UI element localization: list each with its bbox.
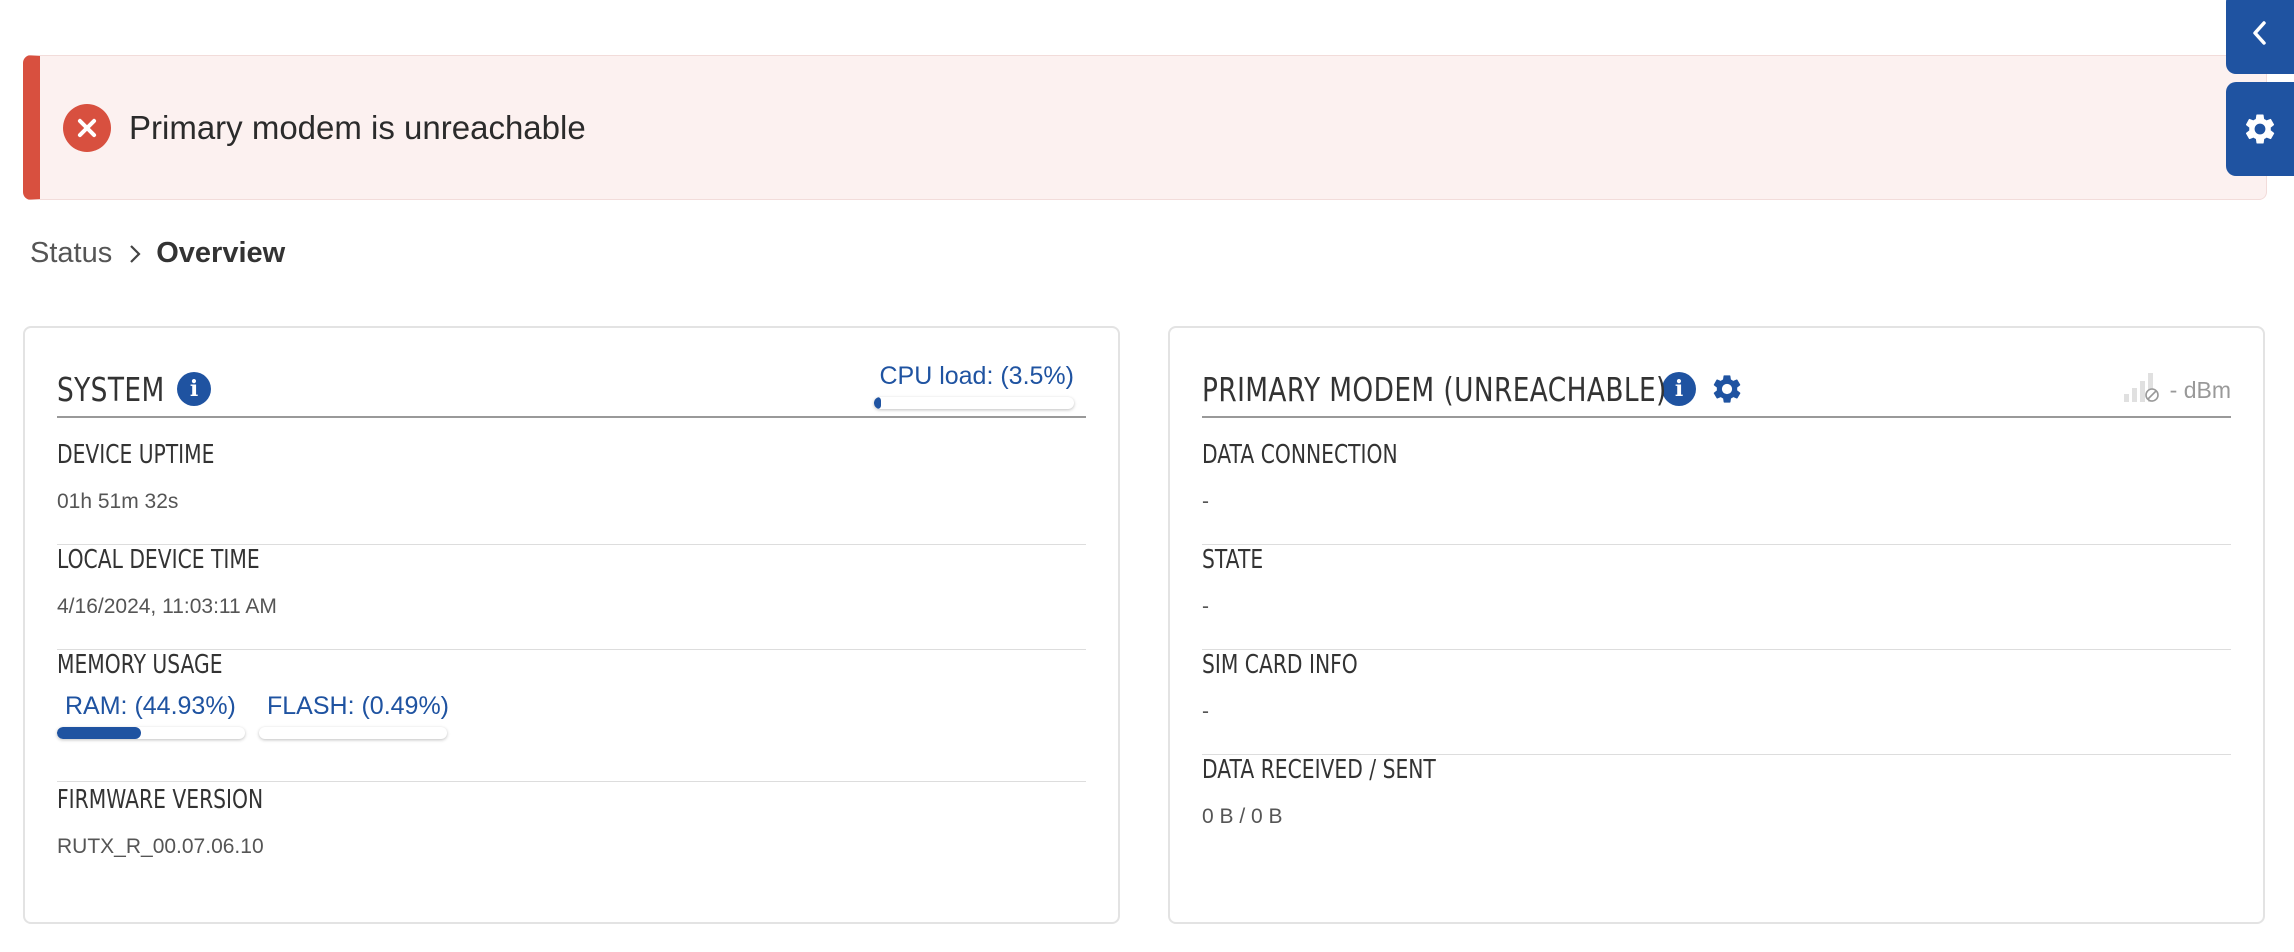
device-uptime-row: DEVICE UPTIME 01h 51m 32s bbox=[57, 440, 1086, 545]
signal-strength: - dBm bbox=[2122, 368, 2231, 404]
alert-message: Primary modem is unreachable bbox=[129, 108, 586, 146]
breadcrumb: Status Overview bbox=[30, 237, 285, 270]
firmware-version-row: FIRMWARE VERSION RUTX_R_00.07.06.10 bbox=[57, 785, 1086, 890]
system-card: SYSTEM i CPU load: (3.5%) DEVICE UPTIME … bbox=[23, 326, 1120, 924]
memory-usage-row: MEMORY USAGE RAM: (44.93%) FLASH: (0.49%… bbox=[57, 650, 1086, 782]
state-value: - bbox=[1202, 595, 1209, 618]
ram-usage-bar bbox=[57, 727, 245, 739]
flash-usage: FLASH: (0.49%) bbox=[259, 692, 450, 739]
ram-usage-bar-fill bbox=[57, 727, 142, 739]
cpu-load-bar-fill bbox=[874, 397, 881, 409]
ram-usage-label: RAM: (44.93%) bbox=[65, 692, 236, 720]
data-received-sent-label: DATA RECEIVED / SENT bbox=[1202, 755, 1436, 785]
breadcrumb-status-link[interactable]: Status bbox=[30, 237, 112, 270]
local-device-time-value: 4/16/2024, 11:03:11 AM bbox=[57, 595, 277, 618]
memory-usage-label: MEMORY USAGE bbox=[57, 650, 223, 680]
system-card-header: SYSTEM i CPU load: (3.5%) bbox=[57, 362, 1086, 418]
local-device-time-row: LOCAL DEVICE TIME 4/16/2024, 11:03:11 AM bbox=[57, 545, 1086, 650]
flash-usage-label: FLASH: (0.49%) bbox=[267, 692, 450, 720]
primary-modem-card: PRIMARY MODEM (UNREACHABLE) i - dBm DATA… bbox=[1168, 326, 2265, 924]
info-icon[interactable]: i bbox=[1662, 372, 1696, 406]
error-x-icon bbox=[63, 103, 111, 152]
data-connection-label: DATA CONNECTION bbox=[1202, 440, 1398, 470]
primary-modem-card-header: PRIMARY MODEM (UNREACHABLE) i bbox=[1202, 362, 2231, 418]
system-title: SYSTEM bbox=[57, 369, 165, 409]
data-connection-value: - bbox=[1202, 490, 1209, 513]
sim-card-info-value: - bbox=[1202, 700, 1209, 723]
gear-icon[interactable] bbox=[1710, 372, 1744, 406]
sim-card-info-row: SIM CARD INFO - bbox=[1202, 650, 2231, 755]
cpu-load-indicator: CPU load: (3.5%) bbox=[874, 362, 1074, 409]
settings-button[interactable] bbox=[2226, 82, 2294, 176]
error-alert-banner: Primary modem is unreachable bbox=[23, 55, 2267, 200]
signal-dbm: - dBm bbox=[2169, 377, 2231, 403]
state-row: STATE - bbox=[1202, 545, 2231, 650]
device-uptime-label: DEVICE UPTIME bbox=[57, 440, 215, 470]
memory-bars: RAM: (44.93%) FLASH: (0.49%) bbox=[57, 692, 461, 739]
local-device-time-label: LOCAL DEVICE TIME bbox=[57, 545, 260, 575]
gear-icon bbox=[2245, 114, 2275, 144]
firmware-version-label: FIRMWARE VERSION bbox=[57, 785, 264, 815]
ram-usage: RAM: (44.93%) bbox=[57, 692, 245, 739]
collapse-panel-button[interactable] bbox=[2226, 0, 2294, 74]
device-uptime-value: 01h 51m 32s bbox=[57, 490, 179, 513]
firmware-version-value: RUTX_R_00.07.06.10 bbox=[57, 835, 264, 858]
sim-card-info-label: SIM CARD INFO bbox=[1202, 650, 1358, 680]
chevron-left-icon bbox=[2253, 21, 2266, 45]
primary-modem-title: PRIMARY MODEM (UNREACHABLE) bbox=[1202, 369, 1667, 409]
cpu-load-label: CPU load: (3.5%) bbox=[879, 362, 1074, 390]
data-connection-row: DATA CONNECTION - bbox=[1202, 440, 2231, 545]
data-received-sent-row: DATA RECEIVED / SENT 0 B / 0 B bbox=[1202, 755, 2231, 860]
info-icon[interactable]: i bbox=[177, 372, 211, 406]
chevron-right-icon bbox=[128, 243, 142, 265]
flash-usage-bar bbox=[259, 727, 447, 739]
cpu-load-bar bbox=[874, 397, 1074, 409]
state-label: STATE bbox=[1202, 545, 1264, 575]
breadcrumb-current: Overview bbox=[156, 237, 286, 269]
no-signal-icon bbox=[2123, 373, 2159, 402]
data-received-sent-value: 0 B / 0 B bbox=[1202, 805, 1283, 828]
